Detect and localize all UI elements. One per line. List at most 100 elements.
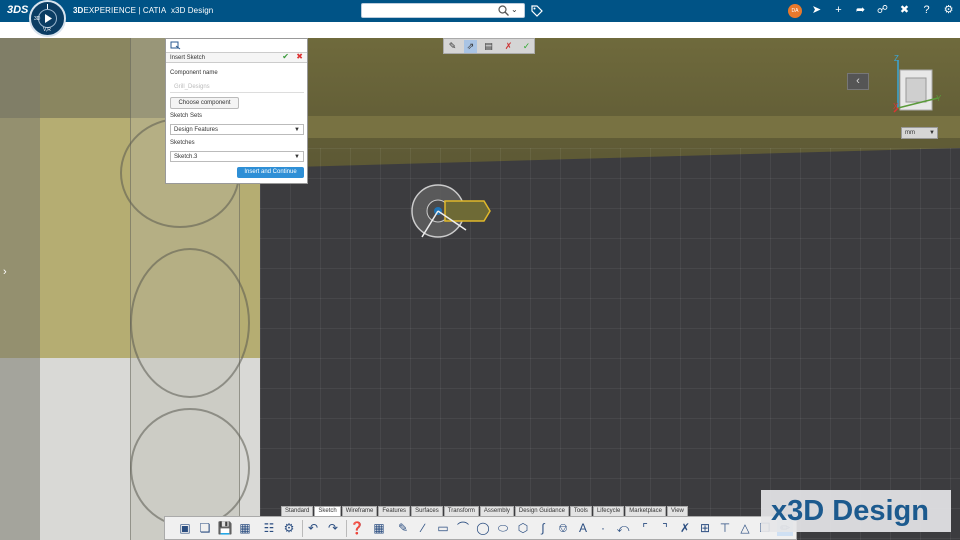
slot-icon[interactable]: ⎊	[555, 520, 571, 536]
corner-icon[interactable]: ⌜	[637, 520, 653, 536]
tab-tools[interactable]: Tools	[569, 506, 592, 516]
pencil-icon[interactable]: ✎	[395, 520, 411, 536]
sketches-value: Sketch.3	[174, 154, 198, 160]
ribbon-strip	[0, 22, 960, 38]
point-icon[interactable]: ·	[595, 520, 611, 536]
share-icon[interactable]: ➤	[809, 3, 824, 18]
top-bar: 3DS 3DEXPERIENCE | CATIA x3D Design ⌄ DA…	[0, 0, 960, 22]
context-toolbar: ✎ ⇗ ▤ ✗ ✓	[443, 38, 535, 54]
expand-panel-icon[interactable]: ›	[3, 266, 7, 278]
pointer-icon[interactable]: ⇗	[464, 40, 477, 53]
tab-sketch[interactable]: Sketch	[314, 506, 341, 516]
avatar[interactable]: DA	[788, 4, 802, 18]
sketches-select[interactable]: Sketch.3 ▼	[170, 151, 304, 162]
arc-icon[interactable]: ⌒	[455, 520, 471, 536]
tab-assembly[interactable]: Assembly	[479, 506, 514, 516]
compass-3d-label: 3D	[34, 16, 41, 22]
line-icon[interactable]: ∕	[415, 520, 431, 536]
sketch-sets-label: Sketch Sets	[170, 113, 203, 119]
sketch-icon[interactable]: ✎	[446, 40, 459, 53]
tab-wireframe[interactable]: Wireframe	[341, 506, 378, 516]
separator	[346, 520, 347, 537]
properties-icon[interactable]: ☷	[261, 520, 277, 536]
search-dropdown-icon[interactable]: ⌄	[511, 5, 518, 14]
exit-icon[interactable]: ✗	[502, 40, 515, 53]
model-hole	[130, 248, 250, 398]
tab-marketplace[interactable]: Marketplace	[625, 506, 666, 516]
forward-icon[interactable]: ➦	[853, 3, 868, 18]
offset-icon[interactable]: ⤺	[615, 520, 631, 536]
ellipse-icon[interactable]: ⬭	[495, 520, 511, 536]
undo-icon[interactable]: ↶	[305, 520, 321, 536]
insert-sketch-icon	[170, 41, 181, 50]
tab-design-guidance[interactable]: Design Guidance	[514, 506, 569, 516]
settings-icon[interactable]: ⚙	[941, 3, 956, 18]
help-icon[interactable]: ?	[919, 3, 934, 18]
help-icon[interactable]: ❓	[349, 520, 365, 536]
circle-icon[interactable]: ◯	[475, 520, 491, 536]
trim-icon[interactable]: ✗	[677, 520, 693, 536]
settings-gear-icon[interactable]: ⚙	[281, 520, 297, 536]
save-all-icon[interactable]: ▦	[237, 520, 253, 536]
tab-features[interactable]: Features	[378, 506, 411, 516]
cancel-icon[interactable]: ✖	[296, 52, 303, 62]
add-icon[interactable]: +	[831, 3, 846, 18]
rectangle-icon[interactable]: ▭	[435, 520, 451, 536]
sketch-sets-select[interactable]: Design Features ▼	[170, 124, 304, 135]
chevron-down-icon: ▼	[929, 130, 935, 136]
tab-standard[interactable]: Standard	[281, 506, 314, 516]
axis-y-label: Y	[936, 94, 942, 103]
unit-value: mm	[905, 130, 915, 136]
component-label: Component name	[170, 70, 218, 76]
component-icon[interactable]: ▣	[177, 520, 193, 536]
back-button[interactable]: ‹	[847, 73, 869, 90]
3d-viewport[interactable]: › ✎ ⇗ ▤ ✗ ✓ ‹ Z Y X mm ▼	[0, 38, 960, 540]
robot-manipulator-icon[interactable]	[408, 183, 498, 243]
tab-transform[interactable]: Transform	[443, 506, 479, 516]
tab-lifecycle[interactable]: Lifecycle	[592, 506, 625, 516]
axis-x-label: X	[893, 102, 899, 111]
project-icon[interactable]: ⊞	[697, 520, 713, 536]
compass-vr-label: V,R	[43, 27, 51, 33]
network-icon[interactable]: ☍	[875, 3, 890, 18]
chevron-down-icon: ▼	[294, 127, 300, 133]
search-icon[interactable]	[497, 4, 510, 17]
constraint-icon[interactable]: ▤	[482, 40, 495, 53]
tab-view[interactable]: View	[666, 506, 688, 516]
spline-icon[interactable]: ∫	[535, 520, 551, 536]
component-name-field[interactable]: Grill_Designs	[170, 82, 304, 93]
mirror-icon[interactable]: ⊤	[717, 520, 733, 536]
insert-and-continue-button[interactable]: Insert and Continue	[237, 167, 304, 178]
grid-icon[interactable]: ▦	[371, 520, 387, 536]
action-tabs: Standard Sketch Wireframe Features Surfa…	[281, 506, 689, 516]
view-cube-icon[interactable]	[890, 56, 946, 114]
tools-icon[interactable]: ✖	[897, 3, 912, 18]
compass-icon[interactable]: 3D V,R	[29, 0, 66, 37]
part-icon[interactable]: ❏	[197, 520, 213, 536]
app-brand: 3DEXPERIENCE | CATIA x3D Design	[73, 6, 214, 15]
unit-select[interactable]: mm ▼	[901, 127, 938, 139]
sketches-label: Sketches	[170, 140, 195, 146]
constraint-icon[interactable]: △	[737, 520, 753, 536]
tag-icon[interactable]	[530, 4, 543, 17]
chamfer-icon[interactable]: ⌝	[657, 520, 673, 536]
choose-component-button[interactable]: Choose component	[170, 97, 239, 109]
chevron-down-icon: ▼	[294, 154, 300, 160]
model-hole	[130, 408, 250, 528]
separator	[302, 520, 303, 537]
model-edge	[0, 38, 40, 540]
validate-icon[interactable]: ✓	[520, 40, 533, 53]
redo-icon[interactable]: ↷	[325, 520, 341, 536]
sketch-grid	[260, 148, 960, 540]
save-icon[interactable]: 💾	[217, 520, 233, 536]
tab-surfaces[interactable]: Surfaces	[411, 506, 443, 516]
text-icon[interactable]: A	[575, 520, 591, 536]
action-bar: ▣ ❏ 💾 ▦ ☷ ⚙ ↶ ↷ ❓ ▦ ✎ ∕ ▭ ⌒ ◯ ⬭ ⬡ ∫ ⎊ A …	[164, 516, 797, 540]
sketch-sets-value: Design Features	[174, 127, 219, 133]
axis-z-label: Z	[894, 54, 899, 63]
ds-logo[interactable]: 3DS	[7, 4, 28, 16]
ok-icon[interactable]: ✔	[282, 52, 289, 62]
polygon-icon[interactable]: ⬡	[515, 520, 531, 536]
watermark: x3D Design	[761, 490, 951, 532]
insert-sketch-panel: Insert Sketch ✔ ✖ Component name Grill_D…	[165, 38, 308, 184]
